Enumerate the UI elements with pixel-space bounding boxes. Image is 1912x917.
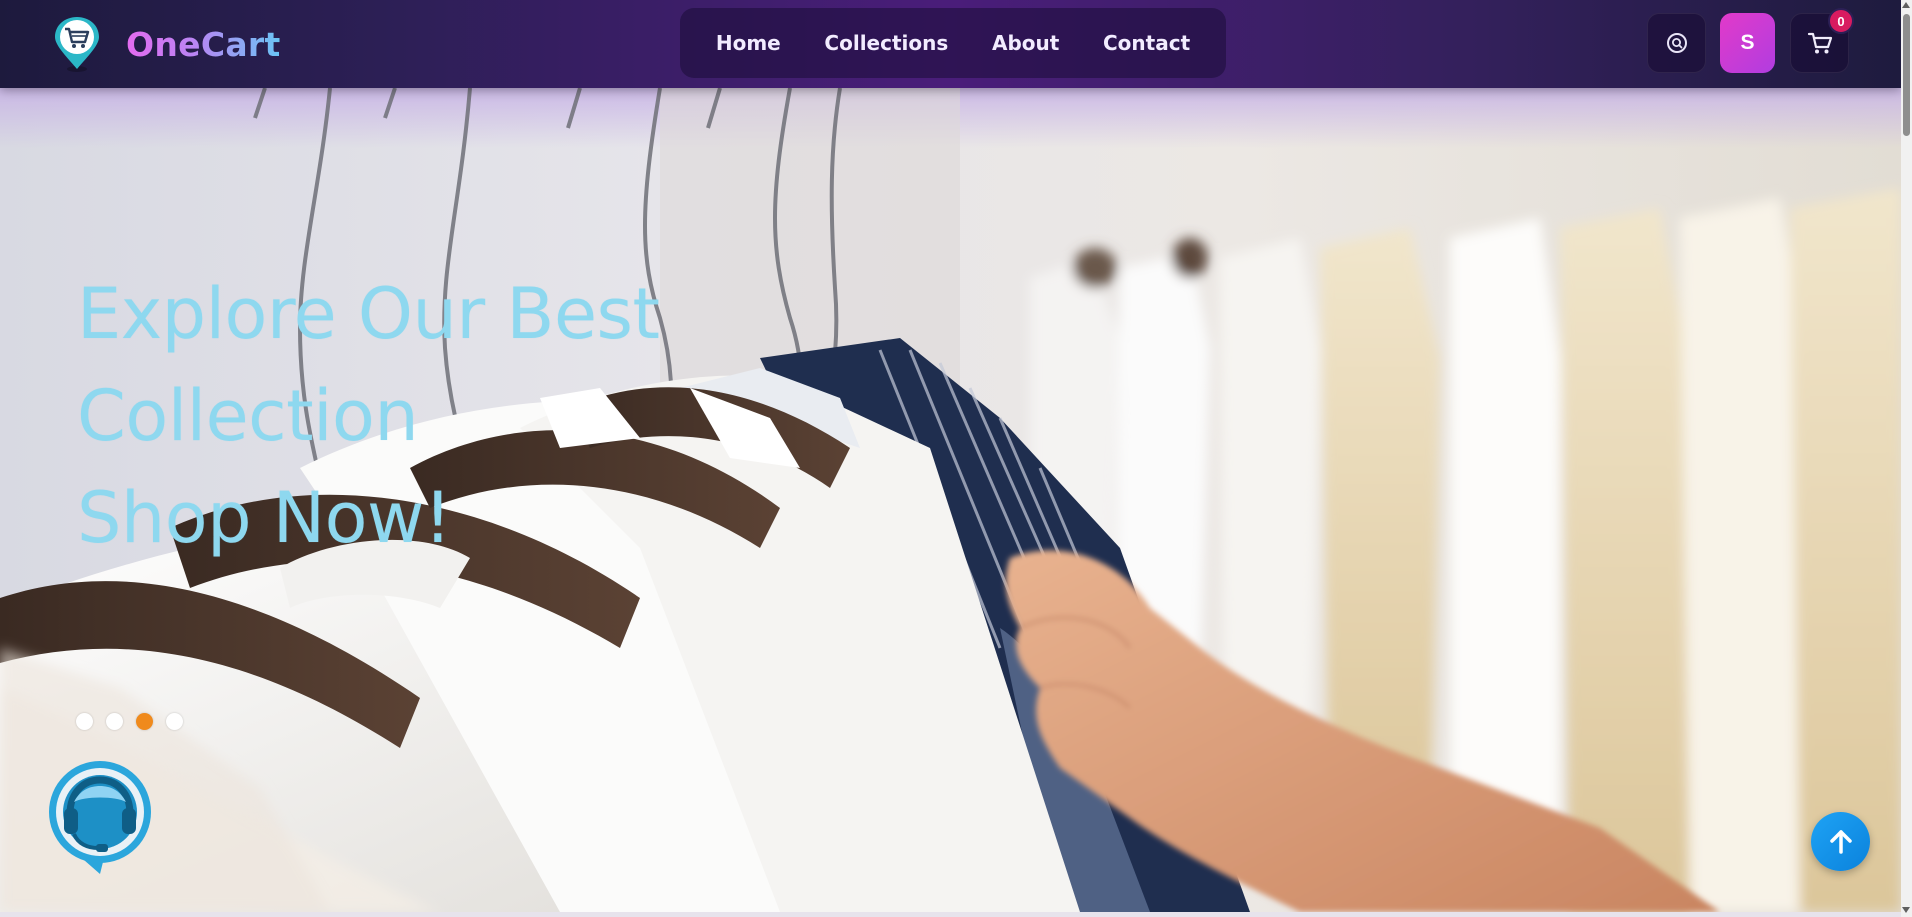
hero-heading-line-1: Explore Our Best [77,273,660,355]
scroll-down-arrow-icon[interactable] [1902,907,1910,913]
page-bottom-edge [0,912,1901,917]
profile-button[interactable]: S [1720,13,1775,73]
scroll-up-arrow-icon[interactable] [1902,2,1910,8]
brand[interactable]: OneCart [52,14,281,74]
headset-support-icon [49,761,151,874]
location-pin-cart-icon [55,17,99,72]
nav-link-contact[interactable]: Contact [1091,21,1202,65]
support-chat-button[interactable] [44,756,156,878]
profile-initial: S [1740,31,1755,54]
nav-link-collections[interactable]: Collections [812,21,960,65]
top-navbar: OneCart Home Collections About Contact S [0,0,1901,88]
search-button[interactable] [1647,13,1706,73]
main-nav: Home Collections About Contact [680,8,1226,78]
hero-banner: Explore Our Best Collection Shop Now! [0,88,1901,912]
hero-heading-line-2: Collection [77,375,419,457]
arrow-up-icon [1829,829,1852,854]
hero-heading: Explore Our Best Collection Shop Now! [77,263,697,569]
cart-button[interactable]: 0 [1790,8,1854,73]
brand-name: OneCart [126,24,281,64]
slide-dot-2[interactable] [106,713,123,730]
slide-dot-1[interactable] [76,713,93,730]
cart-icon [1807,32,1832,54]
hero-heading-line-3: Shop Now! [77,477,452,559]
nav-link-about[interactable]: About [980,21,1071,65]
scroll-to-top-button[interactable] [1811,812,1870,871]
slide-dot-3[interactable] [136,713,153,730]
cart-count-badge: 0 [1828,8,1854,34]
nav-link-home[interactable]: Home [704,21,793,65]
scrollbar-thumb[interactable] [1903,14,1910,136]
page-scrollbar[interactable] [1901,0,1912,917]
slide-indicators [76,713,183,730]
slide-dot-4[interactable] [166,713,183,730]
page-viewport: Explore Our Best Collection Shop Now! On… [0,0,1901,912]
search-icon [1666,33,1687,53]
